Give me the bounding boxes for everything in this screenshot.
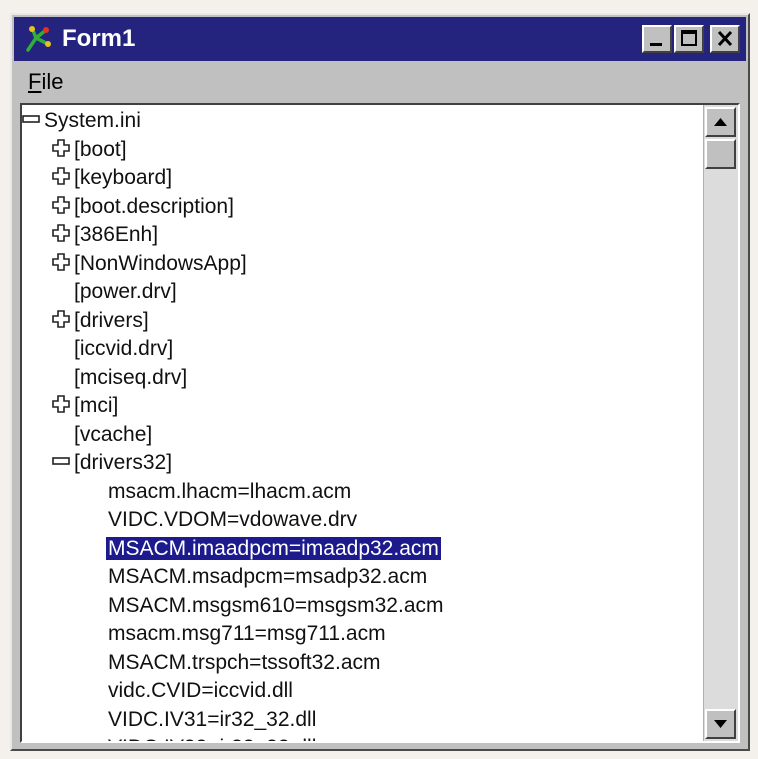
tree-node[interactable]: [power.drv] xyxy=(52,278,179,306)
tree-node-label: MSACM.msgsm610=msgsm32.acm xyxy=(108,593,444,617)
tree-node[interactable]: [boot] xyxy=(52,136,129,164)
tree-node-label: [mciseq.drv] xyxy=(74,365,188,389)
window-title: Form1 xyxy=(62,25,136,52)
menu-file-mnemonic: F xyxy=(28,69,42,94)
tree-list: System.ini [boot] [keyboard] [boot.descript… xyxy=(22,105,702,741)
maximize-icon xyxy=(681,30,697,46)
expand-plus-icon[interactable] xyxy=(52,395,70,414)
tree-node-label: [boot] xyxy=(74,137,127,161)
title-bar[interactable]: Form1 xyxy=(14,17,746,61)
tree-node[interactable]: [keyboard] xyxy=(52,164,174,192)
collapse-minus-icon[interactable] xyxy=(52,452,70,470)
tree-node-child[interactable]: msacm.lhacm=lhacm.acm xyxy=(106,478,353,506)
tree-node-label: msacm.msg711=msg711.acm xyxy=(108,622,386,645)
tree-node-label: [vcache] xyxy=(74,422,153,446)
tree-node-label: VIDC.IV32=ir32_32.dll xyxy=(106,736,318,741)
tree-node-child[interactable]: MSACM.msgsm610=msgsm32.acm xyxy=(106,592,446,620)
tree-node-child[interactable]: MSACM.trspch=tssoft32.acm xyxy=(106,649,383,677)
tree-node-label: vidc.CVID=iccvid.dll xyxy=(108,679,293,702)
app-window: Form1 File System.ini [boot] [keyboard] [bo… xyxy=(10,13,750,751)
expand-plus-icon[interactable] xyxy=(52,196,70,214)
tree-node-label: [power.drv] xyxy=(74,280,177,303)
tree-view[interactable]: System.ini [boot] [keyboard] [boot.descript… xyxy=(20,103,740,743)
tree-node-child[interactable]: VIDC.IV31=ir32_32.dll xyxy=(106,706,318,734)
tree-node[interactable]: [vcache] xyxy=(52,421,154,449)
tree-node-child[interactable]: MSACM.msadpcm=msadp32.acm xyxy=(106,563,429,591)
tree-node-label: VIDC.VDOM=vdowave.drv xyxy=(108,508,358,531)
tree-node[interactable]: [mciseq.drv] xyxy=(52,364,189,392)
tree-node[interactable]: [drivers32] xyxy=(52,449,174,477)
tree-node[interactable]: [boot.description] xyxy=(52,193,236,221)
tree-node-label: [386Enh] xyxy=(74,223,159,246)
minimize-icon xyxy=(650,43,662,46)
tree-node-label: [NonWindowsApp] xyxy=(74,251,247,275)
scroll-down-arrow-icon xyxy=(714,720,727,728)
tree-node[interactable]: [drivers] xyxy=(52,307,151,335)
scroll-thumb[interactable] xyxy=(705,139,736,169)
tree-node[interactable]: [iccvid.drv] xyxy=(52,335,175,363)
tree-node[interactable]: [386Enh] xyxy=(52,221,160,249)
tree-node-label: [iccvid.drv] xyxy=(74,337,174,360)
tree-node-label: [drivers32] xyxy=(74,451,173,474)
tree-node-root[interactable]: System.ini xyxy=(22,107,143,135)
tree-node-child[interactable]: msacm.msg711=msg711.acm xyxy=(106,620,388,648)
tree-node-label: [drivers] xyxy=(74,308,149,332)
close-button[interactable] xyxy=(710,25,740,53)
tree-node[interactable]: [NonWindowsApp] xyxy=(52,250,249,278)
scroll-up-arrow-icon xyxy=(714,118,727,126)
tree-node-label: MSACM.msadpcm=msadp32.acm xyxy=(108,565,428,588)
expand-plus-icon[interactable] xyxy=(52,224,70,243)
tree-node-label: VIDC.IV31=ir32_32.dll xyxy=(108,707,317,731)
menu-bar: File xyxy=(14,65,746,99)
tree-node-label: System.ini xyxy=(44,109,141,132)
tree-node-child[interactable]: vidc.CVID=iccvid.dll xyxy=(106,677,295,705)
collapse-minus-icon[interactable] xyxy=(22,110,40,128)
tree-node[interactable]: [mci] xyxy=(52,392,120,420)
tree-node-label: MSACM.imaadpcm=imaadp32.acm xyxy=(106,536,441,560)
expand-plus-icon[interactable] xyxy=(52,139,70,157)
tree-node-child[interactable]: VIDC.IV32=ir32_32.dll xyxy=(106,734,318,741)
tree-node-label: msacm.lhacm=lhacm.acm xyxy=(108,479,352,503)
tree-node-label: [keyboard] xyxy=(74,166,173,189)
expand-plus-icon[interactable] xyxy=(52,167,70,186)
menu-file-label: ile xyxy=(41,69,64,94)
maximize-button[interactable] xyxy=(674,25,704,53)
scroll-up-button[interactable] xyxy=(705,107,736,137)
menu-file[interactable]: File xyxy=(28,69,63,95)
vertical-scrollbar[interactable] xyxy=(703,105,738,741)
tree-node-child[interactable]: VIDC.VDOM=vdowave.drv xyxy=(106,506,359,534)
tree-node-label: [mci] xyxy=(74,394,119,417)
minimize-button[interactable] xyxy=(642,25,672,53)
tree-node-label: [boot.description] xyxy=(74,194,234,218)
close-icon xyxy=(717,30,733,47)
expand-plus-icon[interactable] xyxy=(52,310,70,328)
app-tree-icon[interactable] xyxy=(22,24,52,54)
tree-node-label: MSACM.trspch=tssoft32.acm xyxy=(108,650,381,674)
tree-node-selected[interactable]: MSACM.imaadpcm=imaadp32.acm xyxy=(106,535,441,563)
scroll-down-button[interactable] xyxy=(705,709,736,739)
expand-plus-icon[interactable] xyxy=(52,253,70,271)
